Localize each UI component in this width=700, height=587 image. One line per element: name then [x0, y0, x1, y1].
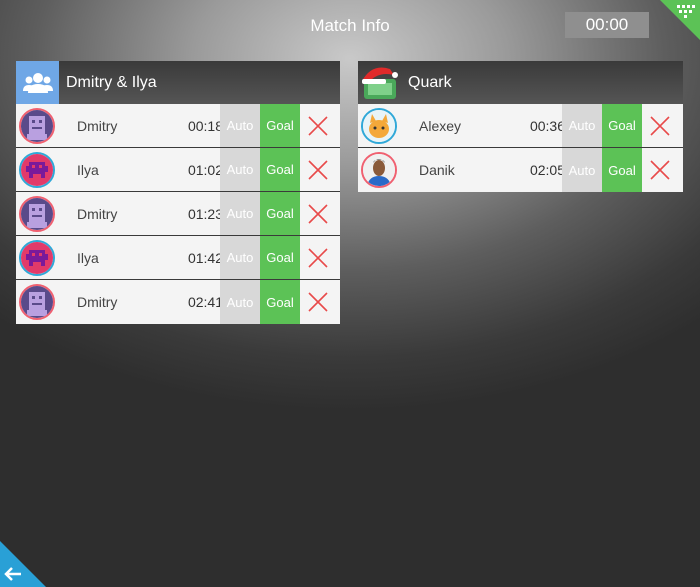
goal-row: Ilya 01:02 Auto Goal	[16, 148, 340, 192]
goal-list: Dmitry 00:18 Auto Goal Ilya 01:02 Auto G…	[16, 104, 340, 324]
goal-button[interactable]: Goal	[260, 236, 300, 279]
goal-button[interactable]: Goal	[602, 104, 642, 147]
goal-time: 01:23	[187, 205, 223, 222]
goal-time: 01:42	[187, 249, 223, 266]
team-header: Dmitry & Ilya	[16, 61, 340, 104]
match-timer: 00:00	[565, 12, 649, 38]
team-header: Quark	[358, 61, 683, 104]
goal-list: Alexey 00:36 Auto Goal Danik 02:05 Auto …	[358, 104, 683, 192]
person-avatar	[361, 152, 397, 188]
team-name: Dmitry & Ilya	[66, 73, 157, 91]
auto-button[interactable]: Auto	[220, 148, 260, 191]
goal-row: Ilya 01:42 Auto Goal	[16, 236, 340, 280]
player-name: Alexey	[419, 117, 462, 134]
close-icon[interactable]	[306, 246, 330, 270]
auto-button[interactable]: Auto	[220, 192, 260, 235]
close-icon[interactable]	[648, 158, 672, 182]
goal-row: Danik 02:05 Auto Goal	[358, 148, 683, 192]
invader-avatar	[19, 151, 55, 188]
auto-button[interactable]: Auto	[220, 236, 260, 279]
goal-row: Dmitry 00:18 Auto Goal	[16, 104, 340, 148]
robot-avatar	[19, 195, 55, 232]
cat-avatar	[361, 107, 397, 144]
grid-icon	[677, 5, 695, 18]
close-icon[interactable]	[306, 202, 330, 226]
goal-button[interactable]: Goal	[260, 192, 300, 235]
goal-time: 01:02	[187, 161, 223, 178]
player-name: Dmitry	[77, 294, 118, 310]
goal-time: 00:36	[529, 117, 565, 134]
arrow-left-icon	[4, 567, 21, 581]
auto-button[interactable]: Auto	[220, 104, 260, 147]
auto-button[interactable]: Auto	[220, 280, 260, 324]
goal-time: 00:18	[187, 117, 223, 134]
goal-row: Dmitry 01:23 Auto Goal	[16, 192, 340, 236]
team-panel-left: Dmitry & Ilya Dmitry 00:18 Auto Goal Ily…	[16, 61, 340, 324]
team-name: Quark	[408, 73, 452, 91]
santa-hat-logo	[358, 61, 401, 104]
users-icon	[16, 61, 59, 104]
team-panel-right: Quark Alexey 00:36 Auto Goal Danik 02:05…	[358, 61, 683, 192]
goal-button[interactable]: Goal	[260, 148, 300, 191]
player-name: Dmitry	[77, 117, 118, 134]
robot-avatar	[19, 107, 55, 144]
player-name: Ilya	[77, 161, 99, 178]
close-icon[interactable]	[306, 158, 330, 182]
invader-avatar	[19, 239, 55, 276]
goal-time: 02:05	[529, 162, 565, 178]
close-icon[interactable]	[648, 114, 672, 138]
goal-button[interactable]: Goal	[260, 280, 300, 324]
close-icon[interactable]	[306, 290, 330, 314]
goal-row: Alexey 00:36 Auto Goal	[358, 104, 683, 148]
goal-row: Dmitry 02:41 Auto Goal	[16, 280, 340, 324]
auto-button[interactable]: Auto	[562, 148, 602, 192]
player-name: Ilya	[77, 249, 99, 266]
player-name: Danik	[419, 162, 455, 178]
goal-button[interactable]: Goal	[602, 148, 642, 192]
goal-button[interactable]: Goal	[260, 104, 300, 147]
auto-button[interactable]: Auto	[562, 104, 602, 147]
goal-time: 02:41	[187, 294, 223, 310]
robot-avatar	[19, 284, 55, 320]
close-icon[interactable]	[306, 114, 330, 138]
player-name: Dmitry	[77, 205, 118, 222]
